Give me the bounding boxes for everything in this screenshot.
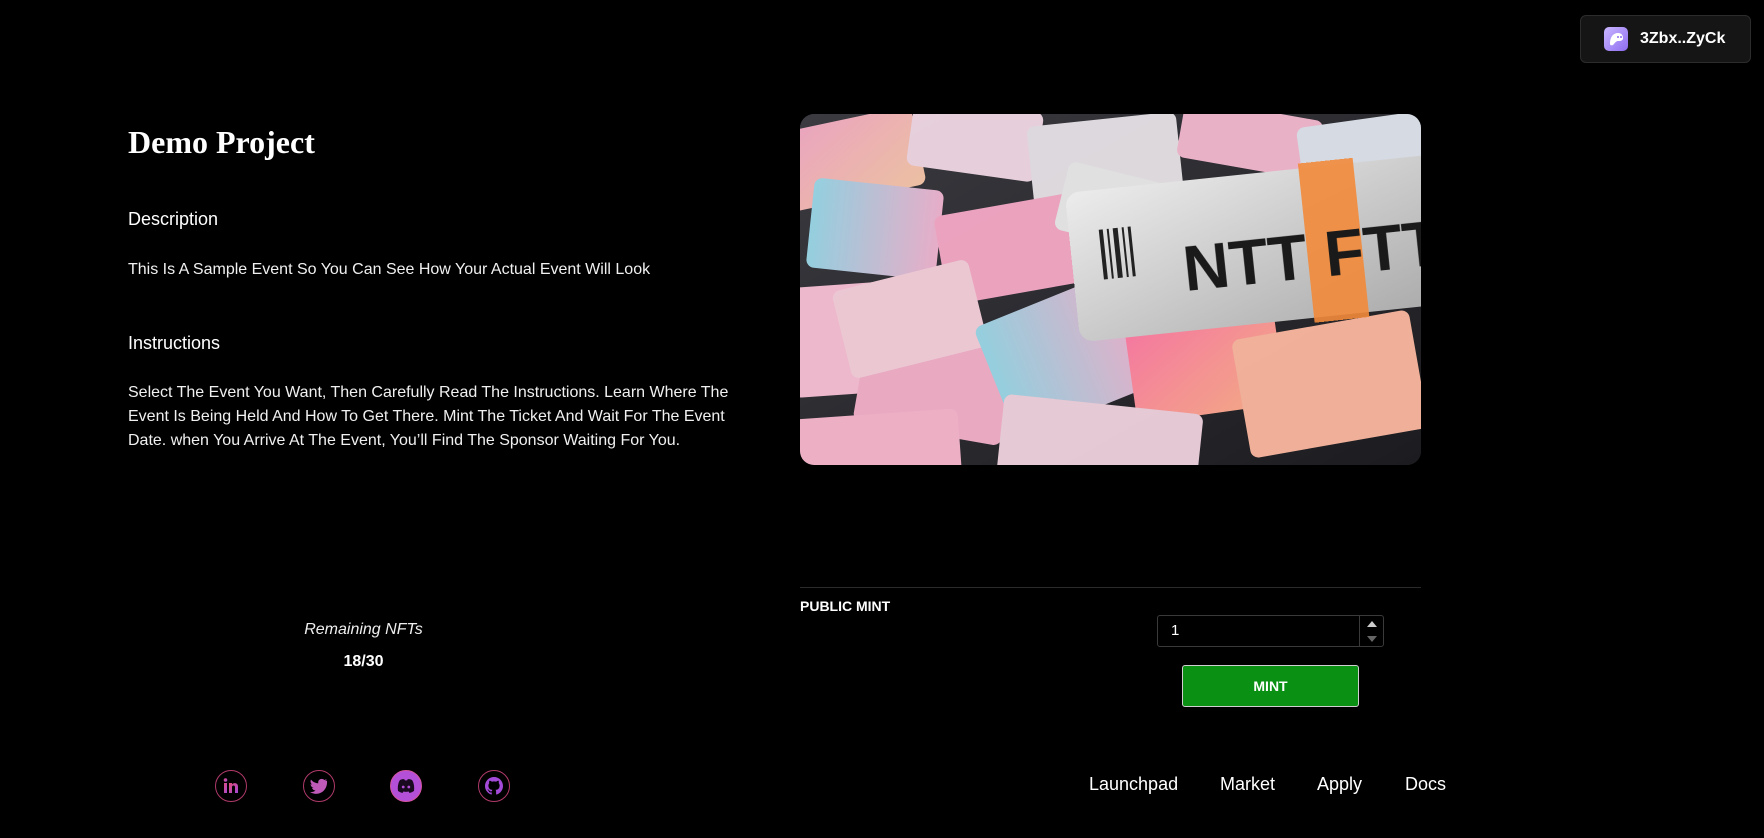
ticket-image: NTT FTT <box>800 114 1421 465</box>
nav-docs[interactable]: Docs <box>1405 774 1446 795</box>
increment-button[interactable] <box>1360 616 1383 631</box>
discord-link[interactable] <box>390 770 422 802</box>
linkedin-icon <box>223 778 238 793</box>
quantity-spinner <box>1359 616 1383 646</box>
nav-launchpad[interactable]: Launchpad <box>1089 774 1178 795</box>
page-title: Demo Project <box>128 124 315 160</box>
public-mint-label: PUBLIC MINT <box>800 598 891 614</box>
instructions-text: Select The Event You Want, Then Carefull… <box>128 384 729 449</box>
description-heading: Description <box>128 209 219 229</box>
chevron-up-icon <box>1366 620 1377 627</box>
quantity-input[interactable]: 1 <box>1158 616 1359 646</box>
mint-divider <box>800 587 1421 588</box>
wallet-address: 3Zbx..ZyCk <box>1640 30 1726 47</box>
chevron-down-icon <box>1366 635 1377 642</box>
linkedin-link[interactable] <box>215 770 247 802</box>
nav-market[interactable]: Market <box>1220 774 1275 795</box>
wallet-button[interactable]: 3Zbx..ZyCk <box>1580 15 1751 63</box>
decrement-button[interactable] <box>1360 631 1383 646</box>
twitter-link[interactable] <box>303 770 335 802</box>
github-icon <box>485 777 503 795</box>
github-link[interactable] <box>478 770 510 802</box>
remaining-label: Remaining NFTs <box>304 621 423 638</box>
mint-button[interactable]: MINT <box>1182 665 1359 707</box>
twitter-icon <box>310 778 328 794</box>
discord-icon <box>397 779 415 793</box>
remaining-count: 18/30 <box>343 653 384 670</box>
quantity-stepper[interactable]: 1 <box>1157 615 1384 647</box>
ghost-icon <box>1604 27 1628 51</box>
instructions-heading: Instructions <box>128 333 221 353</box>
nav-apply[interactable]: Apply <box>1317 774 1362 795</box>
description-text: This Is A Sample Event So You Can See Ho… <box>128 261 651 278</box>
